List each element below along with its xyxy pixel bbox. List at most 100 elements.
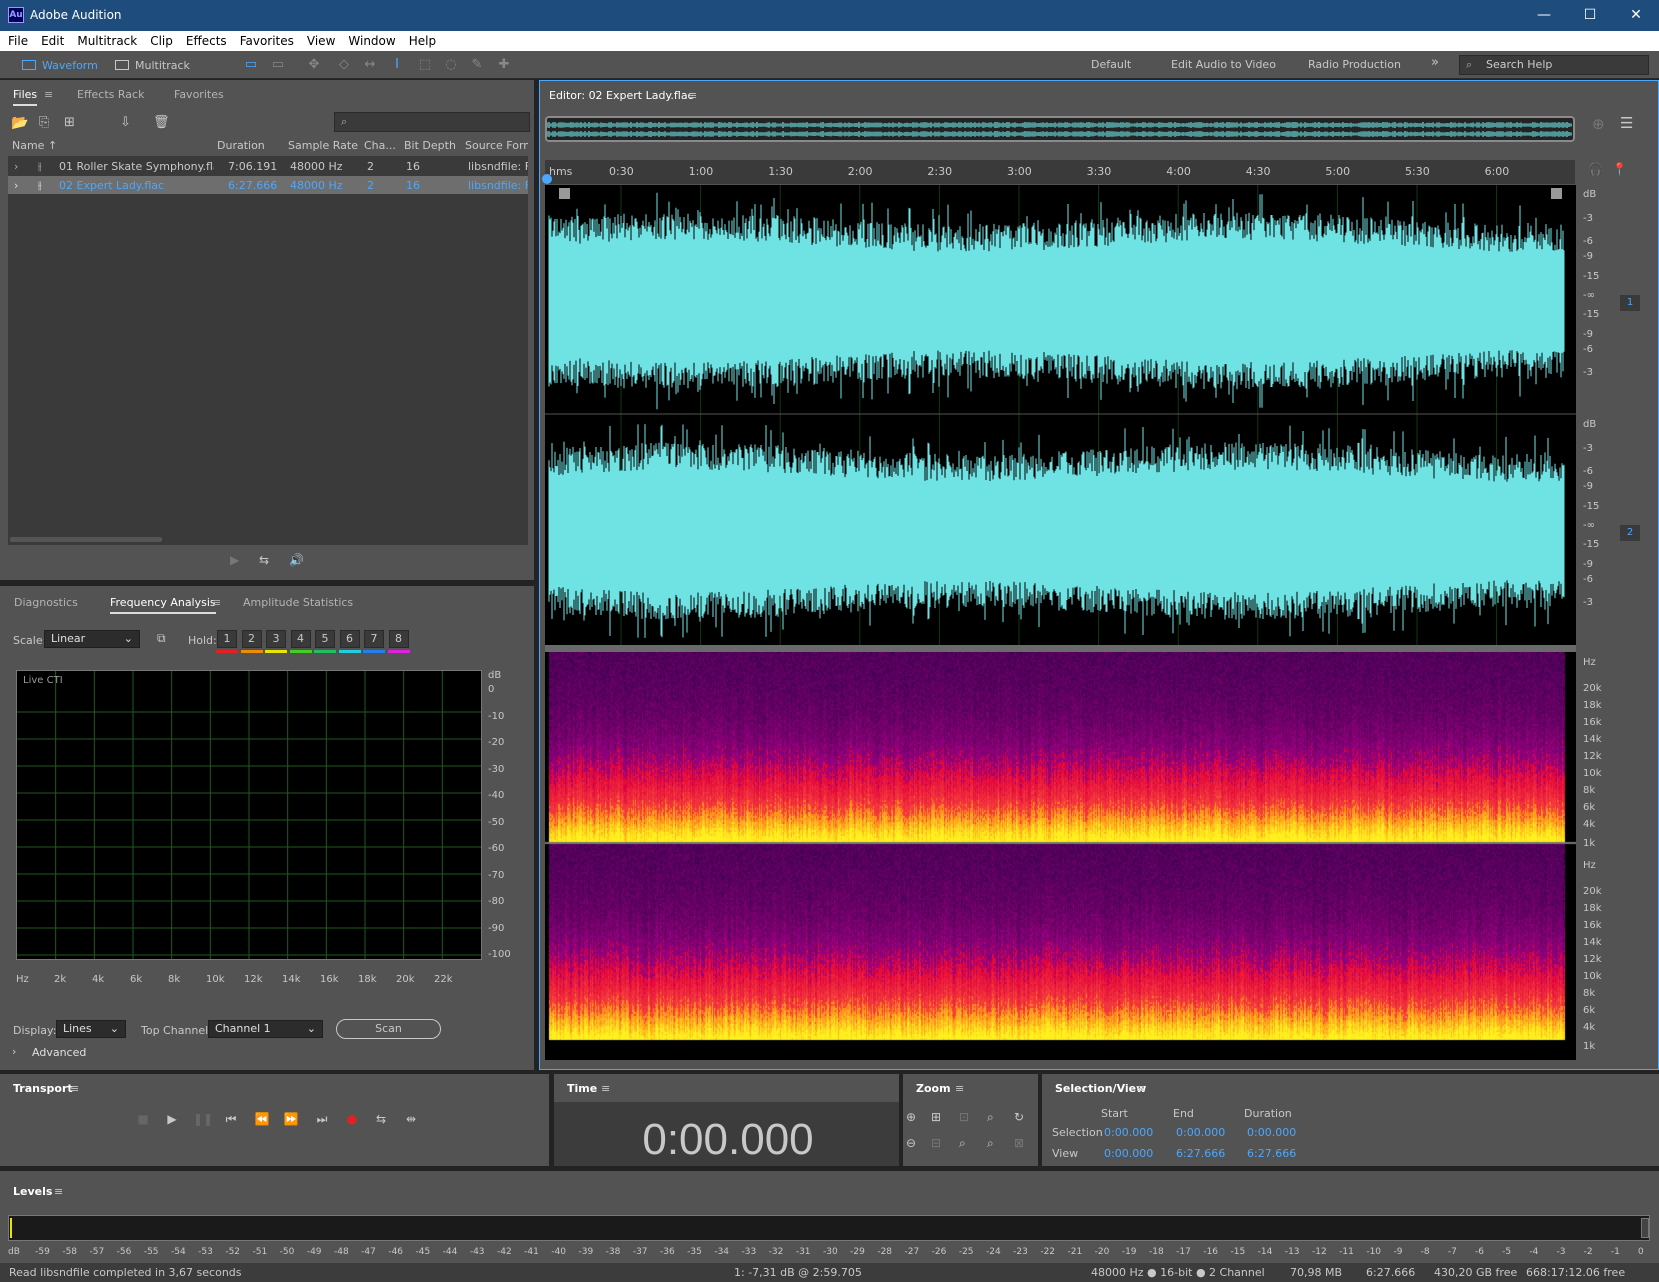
new-file-icon[interactable]: ⊞ [64,115,75,130]
zoom-in-amplitude-icon[interactable]: ⊕ [906,1110,916,1124]
headphones-icon[interactable]: 🎧 [1588,162,1603,176]
lasso-tool-icon[interactable]: ◌ [443,57,459,73]
view-end[interactable]: 6:27.666 [1176,1147,1225,1160]
tab-amplitude-statistics[interactable]: Amplitude Statistics [243,596,353,609]
workspace-edit-audio-to-video[interactable]: Edit Audio to Video [1171,58,1276,71]
files-search-input[interactable]: ⌕ [334,112,530,132]
menu-edit[interactable]: Edit [41,34,64,48]
view-divider[interactable] [545,645,1576,652]
workspace-default[interactable]: Default [1091,58,1131,71]
hold-button-2[interactable]: 2 [242,630,262,648]
panel-menu-icon[interactable]: ≡ [688,89,697,102]
column-bit-depth[interactable]: Bit Depth [404,139,456,152]
panel-menu-icon[interactable]: ≡ [601,1082,610,1095]
table-row[interactable]: › ⫲ 01 Roller Skate Symphony.flac 7:06.1… [8,157,528,175]
menu-view[interactable]: View [307,34,335,48]
loop-playback-icon[interactable]: ⇆ [372,1112,390,1128]
expand-icon[interactable]: › [14,160,18,173]
zoom-reset-icon[interactable]: ↻ [1014,1110,1024,1124]
zoom-out-amplitude-icon[interactable]: ⊖ [906,1136,916,1150]
fast-forward-icon[interactable]: ⏩ [282,1112,300,1128]
log-scale-icon[interactable]: ⧉ [157,631,166,646]
slip-tool-icon[interactable]: ↔ [362,57,378,73]
expand-icon[interactable]: › [14,179,18,192]
tab-effects-rack[interactable]: Effects Rack [77,88,144,101]
hold-button-6[interactable]: 6 [340,630,360,648]
panel-menu-icon[interactable]: ≡ [212,596,221,609]
waveform-view-button[interactable]: Waveform [22,55,98,75]
clip-indicator[interactable] [1641,1218,1649,1238]
marquee-tool-icon[interactable]: ⬚ [417,57,433,73]
selection-duration[interactable]: 0:00.000 [1247,1126,1296,1139]
fade-in-handle-icon[interactable] [559,188,570,199]
spectral-display-icon[interactable]: ▭ [243,57,259,73]
overview-navigator[interactable] [545,116,1575,142]
menu-clip[interactable]: Clip [150,34,173,48]
stop-icon[interactable]: ■ [134,1112,152,1128]
menu-favorites[interactable]: Favorites [240,34,294,48]
column-duration[interactable]: Duration [217,139,265,152]
record-icon[interactable]: ● [343,1112,361,1128]
zoom-in-point-icon[interactable]: ⌕ [987,1110,994,1125]
menu-help[interactable]: Help [409,34,436,48]
top-channel-select[interactable]: Channel 1 ⌄ [208,1020,323,1038]
move-tool-icon[interactable]: ✥ [306,57,322,73]
frequency-graph[interactable]: Live CTI [16,670,482,960]
workspace-radio-production[interactable]: Radio Production [1308,58,1401,71]
hold-button-8[interactable]: 8 [389,630,409,648]
autoplay-icon[interactable]: 🔊 [289,553,304,567]
spectral-display[interactable] [545,652,1576,1060]
pin-icon[interactable]: 📍 [1612,162,1627,176]
menu-effects[interactable]: Effects [186,34,227,48]
more-workspaces-icon[interactable]: » [1431,55,1439,70]
time-display[interactable]: 0:00.000 [638,1115,818,1165]
fade-out-handle-icon[interactable] [1551,188,1562,199]
selection-end[interactable]: 0:00.000 [1176,1126,1225,1139]
waveform-display[interactable] [545,185,1576,645]
tab-favorites[interactable]: Favorites [174,88,224,101]
view-start[interactable]: 0:00.000 [1104,1147,1153,1160]
multitrack-view-button[interactable]: Multitrack [115,55,190,75]
table-row[interactable]: › ⫲ 02 Expert Lady.flac 6:27.666 48000 H… [8,176,528,194]
menu-window[interactable]: Window [348,34,395,48]
tab-files[interactable]: Files [13,88,37,106]
minimize-button[interactable]: — [1521,0,1567,31]
move-to-next-icon[interactable]: ⏭ [313,1112,331,1128]
hold-button-3[interactable]: 3 [266,630,286,648]
rewind-icon[interactable]: ⏪ [253,1112,271,1128]
loop-preview-icon[interactable]: ⇆ [259,553,269,567]
menu-multitrack[interactable]: Multitrack [77,34,137,48]
time-ruler[interactable]: hms 0:30 1:00 1:30 2:00 2:30 3:00 3:30 4:00 4:30 5… [545,160,1575,184]
zoom-to-selection-icon[interactable]: ⊕ [1592,115,1605,133]
scan-button[interactable]: Scan [336,1019,441,1039]
import-file-icon[interactable]: ⎘ [39,115,49,130]
skip-selection-icon[interactable]: ⇹ [402,1112,420,1128]
time-selection-tool-icon[interactable]: I [389,57,405,73]
column-source-format[interactable]: Source Form... [465,139,528,152]
pitch-display-icon[interactable]: ▭ [270,57,286,73]
hold-button-7[interactable]: 7 [364,630,384,648]
tab-frequency-analysis[interactable]: Frequency Analysis [110,596,216,614]
panel-menu-icon[interactable]: ≡ [44,88,53,101]
zoom-in-time-icon[interactable]: ⊞ [931,1110,941,1124]
channel-menu-icon[interactable]: ☰ [1620,114,1633,132]
files-scrollbar[interactable] [10,537,162,542]
insert-into-multitrack-icon[interactable]: ⇩ [120,115,131,130]
zoom-fit-icon[interactable]: ⊠ [1014,1136,1024,1150]
spot-healing-tool-icon[interactable]: ✚ [496,57,512,73]
play-icon[interactable]: ▶ [163,1112,181,1128]
play-preview-icon[interactable]: ▶ [230,553,239,567]
panel-menu-icon[interactable]: ≡ [54,1185,63,1198]
zoom-in-selection-icon[interactable]: ⊡ [959,1110,969,1124]
hold-button-5[interactable]: 5 [315,630,335,648]
razor-tool-icon[interactable]: ◇ [336,57,352,73]
panel-menu-icon[interactable]: ≡ [70,1082,79,1095]
column-channels[interactable]: Cha... [364,139,396,152]
delete-icon[interactable]: 🗑 [153,115,170,130]
view-duration[interactable]: 6:27.666 [1247,1147,1296,1160]
zoom-to-selection-icon[interactable]: ⌕ [987,1136,994,1151]
panel-menu-icon[interactable]: ≡ [955,1082,964,1095]
column-sample-rate[interactable]: Sample Rate [288,139,358,152]
display-select[interactable]: Lines ⌄ [56,1020,126,1038]
hold-button-4[interactable]: 4 [291,630,311,648]
